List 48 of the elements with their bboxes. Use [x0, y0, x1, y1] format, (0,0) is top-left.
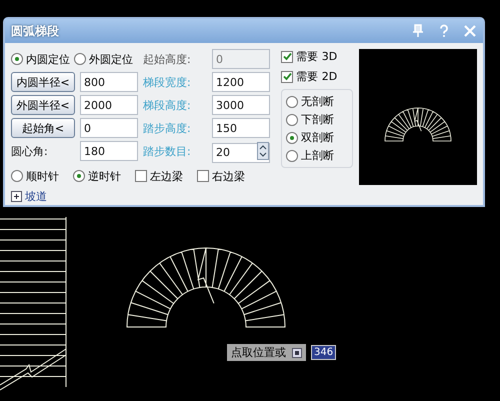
- expand-toggle[interactable]: 坡道: [11, 188, 47, 204]
- radio-button[interactable]: 顺时针: [11, 168, 59, 184]
- field-label: 踏步高度:: [143, 120, 192, 136]
- checkbox[interactable]: 需要 3D: [281, 49, 353, 64]
- pin-icon[interactable]: [411, 24, 425, 38]
- radio-circle[interactable]: [286, 132, 298, 144]
- radio-button[interactable]: 上剖断: [286, 148, 348, 163]
- field-label: 起始高度:: [143, 52, 192, 66]
- input-field[interactable]: 0: [80, 118, 138, 138]
- pick-button[interactable]: 内圆半径<: [11, 72, 75, 92]
- radio-button[interactable]: 内圆定位: [11, 52, 70, 66]
- field-label: 梯段宽度:: [143, 74, 192, 90]
- radio-circle[interactable]: [11, 170, 23, 182]
- checkbox[interactable]: 左边梁: [135, 168, 183, 184]
- window-title: 圆弧梯段: [11, 22, 60, 40]
- checkbox[interactable]: 右边梁: [197, 168, 245, 184]
- input-field[interactable]: 1200: [212, 72, 270, 92]
- prompt-text: 点取位置或: [231, 345, 286, 360]
- pick-button[interactable]: 外圆半径<: [11, 95, 75, 115]
- radio-button[interactable]: 双剖断: [286, 130, 348, 145]
- field-label: 梯段高度:: [143, 98, 192, 112]
- help-icon[interactable]: [437, 24, 451, 38]
- radio-circle[interactable]: [11, 53, 23, 65]
- pick-button[interactable]: 起始角<: [11, 118, 75, 138]
- radio-button[interactable]: 无剖断: [286, 94, 348, 109]
- command-input[interactable]: 346: [311, 345, 336, 360]
- radio-button[interactable]: 逆时针: [73, 168, 121, 184]
- radio-circle[interactable]: [73, 170, 85, 182]
- radio-button[interactable]: 外圆定位: [74, 52, 133, 66]
- close-icon[interactable]: [463, 24, 477, 38]
- radio-button[interactable]: 下剖断: [286, 112, 348, 127]
- dropdown-icon[interactable]: [292, 348, 302, 358]
- check-icon: [282, 72, 292, 81]
- input-field[interactable]: 800: [80, 72, 138, 92]
- input-field[interactable]: 2000: [80, 95, 138, 115]
- input-field[interactable]: 150: [212, 118, 270, 138]
- spinner-icon[interactable]: [257, 142, 269, 160]
- input-field[interactable]: 180: [80, 141, 138, 161]
- check-icon: [282, 52, 292, 61]
- radio-circle[interactable]: [286, 96, 298, 108]
- stair-drawing: [384, 108, 452, 142]
- radio-circle[interactable]: [286, 150, 298, 162]
- checkbox[interactable]: 需要 2D: [281, 69, 353, 84]
- radio-circle[interactable]: [74, 53, 86, 65]
- radio-circle[interactable]: [286, 114, 298, 126]
- field-label: 圆心角:: [11, 144, 49, 158]
- field-label: 踏步数目:: [143, 144, 192, 158]
- input-field[interactable]: 3000: [212, 95, 270, 115]
